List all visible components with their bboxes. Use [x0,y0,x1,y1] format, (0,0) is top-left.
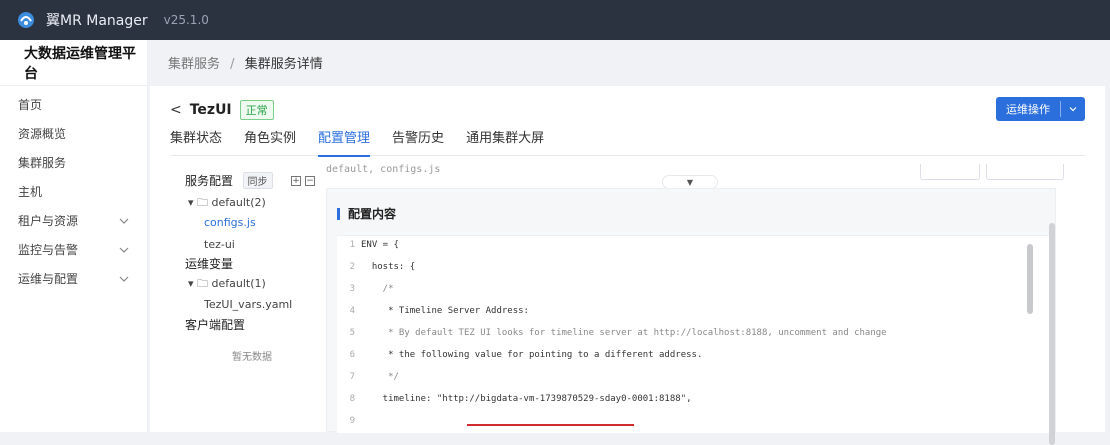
config-content-area: default, configs.js ▼ 配置内容 1 ENV = { 2 ho… [326,164,1082,445]
ops-dropdown-toggle[interactable] [1060,101,1085,117]
top-bar: 翼MR Manager v25.1.0 [0,0,1110,40]
folder-icon: 🗀 [197,277,209,290]
code-line: 5 * By default TEZ UI looks for timeline… [349,328,887,338]
service-config-title: 服务配置 [185,174,234,188]
app-logo[interactable]: 翼MR Manager v25.1.0 [16,10,209,30]
platform-title: 大数据运维管理平台 [0,40,147,86]
sidebar-item-label: 运维与配置 [18,272,79,286]
chevron-down-icon [119,276,129,282]
chevron-down-icon [119,247,129,253]
editor-scrollbar[interactable] [1027,244,1033,314]
sidebar-item-ops-config[interactable]: 运维与配置 [0,264,147,293]
sidebar-item-label: 资源概览 [18,127,67,141]
breadcrumb: 集群服务 / 集群服务详情 [168,53,323,72]
empty-text: 暂无数据 [232,352,272,363]
sidebar-item-label: 租户与资源 [18,214,79,228]
breadcrumb-parent[interactable]: 集群服务 [168,57,220,72]
chevron-down-icon [1069,107,1077,112]
code-line: 1 ENV = { [349,240,399,250]
client-config-title: 客户端配置 [185,318,246,332]
app-version: v25.1.0 [163,13,209,27]
tab-role-instances[interactable]: 角色实例 [244,130,296,156]
back-icon[interactable]: < [170,102,182,118]
caret-down-icon: ▾ [188,277,194,290]
tree-file-tez-ui[interactable]: tez-ui [204,238,235,251]
code-line: 3 /* [349,284,394,294]
ops-vars-title: 运维变量 [185,257,234,271]
ops-action-button[interactable]: 运维操作 [996,97,1085,121]
tree-node-label: default(1) [211,277,266,290]
tab-config-management[interactable]: 配置管理 [318,130,371,157]
caret-down-icon: ▾ [188,196,194,209]
app-name: 翼MR Manager [46,13,148,29]
code-line: 6 * the following value for pointing to … [349,350,703,360]
panel-title-text: 配置内容 [348,207,397,221]
sidebar-item-label: 监控与告警 [18,243,79,257]
tab-alarm-history[interactable]: 告警历史 [392,130,444,156]
toolbar-field-2[interactable] [986,164,1064,180]
code-editor[interactable]: 1 ENV = { 2 hosts: { 3 /* 4 * Timeline Se… [337,235,1055,433]
folder-icon: 🗀 [197,196,209,209]
caret-down-icon: ▼ [686,177,694,187]
tree-node-label: default(2) [211,196,266,209]
code-line: 4 * Timeline Server Address: [349,306,529,316]
sidebar-menu: 首页 资源概览 集群服务 主机 租户与资源 监控与告警 运维与配置 [0,86,147,293]
title-accent-bar [337,207,340,220]
config-tree: 服务配置 同步 + − ▾ 🗀 default(2) configs.js te… [150,162,315,432]
expand-toggle[interactable]: ▼ [662,175,718,189]
tree-file-configs-js[interactable]: configs.js [204,216,256,229]
sidebar-item-label: 首页 [18,98,43,112]
sidebar-item-resource-overview[interactable]: 资源概览 [0,119,147,148]
chevron-down-icon [119,218,129,224]
code-line: 2 hosts: { [349,262,416,272]
code-line: 7 */ [349,372,399,382]
ops-action-label: 运维操作 [1006,103,1050,116]
breadcrumb-separator: / [230,57,235,72]
tree-section-service-config: 服务配置 同步 [185,172,273,189]
sidebar-item-cluster-services[interactable]: 集群服务 [0,148,147,177]
tree-tools: + − [291,176,315,186]
card-header: < TezUI 正常 [170,100,274,120]
sync-button[interactable]: 同步 [242,172,273,189]
annotation-underline [467,424,634,426]
sidebar-item-home[interactable]: 首页 [0,90,147,119]
tree-file-tezui-vars[interactable]: TezUI_vars.yaml [204,298,292,311]
panel-title: 配置内容 [337,205,396,222]
tab-general-dashboard[interactable]: 通用集群大屏 [466,130,544,156]
sidebar-item-hosts[interactable]: 主机 [0,177,147,206]
tree-node-default-1[interactable]: ▾ 🗀 default(1) [188,275,266,294]
collapse-all-icon[interactable]: − [305,176,315,186]
panel-scrollbar[interactable] [1049,223,1055,445]
service-detail-card: < TezUI 正常 运维操作 集群状态 角色实例 配置管理 告警历史 通用集群… [150,86,1105,445]
status-badge: 正常 [239,100,274,120]
code-line: 8 timeline: "http://bigdata-vm-173987052… [349,394,692,404]
expand-all-icon[interactable]: + [291,176,301,186]
sidebar-item-tenants[interactable]: 租户与资源 [0,206,147,235]
sidebar-item-label: 主机 [18,185,43,199]
tab-bar: 集群状态 角色实例 配置管理 告警历史 通用集群大屏 [170,130,1085,157]
toolbar-field-1[interactable] [920,164,980,180]
tree-node-default-2[interactable]: ▾ 🗀 default(2) [188,194,266,213]
sidebar-item-label: 集群服务 [18,156,67,170]
sidebar-item-monitoring[interactable]: 监控与告警 [0,235,147,264]
service-name: TezUI [189,102,232,118]
code-line: 9 [349,416,355,426]
sidebar: 大数据运维管理平台 首页 资源概览 集群服务 主机 租户与资源 监控与告警 运维… [0,40,148,432]
breadcrumb-current: 集群服务详情 [244,57,323,72]
logo-icon [18,12,34,28]
tab-cluster-status[interactable]: 集群状态 [170,130,222,156]
config-content-panel: 配置内容 1 ENV = { 2 hosts: { 3 /* 4 * Timeli… [326,188,1056,445]
